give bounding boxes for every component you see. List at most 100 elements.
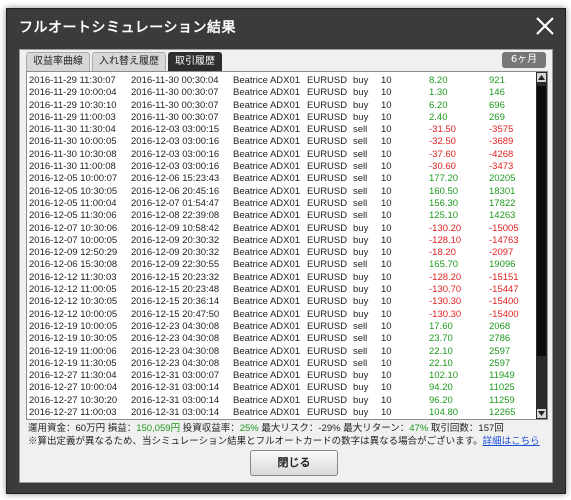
open-time-cell: 2016-12-19 10:00:05 (29, 320, 118, 332)
profit-cell: 12265 (489, 407, 516, 419)
pips-cell: -37.60 (429, 148, 456, 160)
open-time-cell: 2016-11-29 11:00:03 (29, 111, 116, 123)
pair-cell: EURUSD (307, 111, 348, 123)
pair-cell: EURUSD (307, 148, 348, 160)
profit-cell: -3473 (489, 161, 514, 173)
pair-cell: EURUSD (307, 99, 348, 111)
lot-cell: 10 (381, 99, 392, 111)
close-time-cell: 2016-12-09 10:58:42 (131, 222, 220, 234)
open-time-cell: 2016-11-29 11:30:07 (29, 75, 116, 86)
profit-cell: -3689 (489, 136, 514, 148)
profit-cell: 696 (489, 99, 505, 111)
lot-cell: 10 (381, 148, 392, 160)
pips-cell: 22.10 (429, 357, 453, 369)
close-time-cell: 2016-12-15 20:23:48 (131, 284, 220, 296)
pair-cell: EURUSD (307, 394, 348, 406)
side-cell: buy (353, 247, 369, 259)
close-time-cell: 2016-12-09 22:30:55 (131, 259, 220, 271)
side-cell: sell (353, 197, 368, 209)
table-row: 2016-12-05 11:30:06 2016-12-08 22:39:08 Be… (27, 210, 533, 222)
pips-cell: 22.10 (429, 345, 453, 357)
strategy-cell: Beatrice ADX01 (233, 136, 301, 148)
scroll-down-icon[interactable] (537, 409, 546, 418)
close-time-cell: 2016-11-30 00:30:07 (131, 87, 219, 99)
close-time-cell: 2016-11-30 00:30:04 (131, 75, 219, 86)
open-time-cell: 2016-12-06 15:30:08 (29, 259, 118, 271)
pips-cell: -130.70 (429, 284, 462, 296)
side-cell: sell (353, 161, 368, 173)
scrollbar-thumb[interactable] (537, 86, 546, 356)
close-time-cell: 2016-12-07 01:54:47 (131, 197, 220, 209)
pips-cell: -130.30 (429, 296, 462, 308)
pips-cell: 17.60 (429, 320, 453, 332)
trade-history-table: 2016-11-29 11:30:07 2016-11-30 00:30:04 Be… (26, 71, 548, 420)
pair-cell: EURUSD (307, 185, 348, 197)
close-time-cell: 2016-12-23 04:30:08 (131, 357, 220, 369)
strategy-cell: Beatrice ADX01 (233, 259, 301, 271)
close-time-cell: 2016-12-03 03:00:16 (131, 161, 220, 173)
pips-cell: -30.60 (429, 161, 456, 173)
pips-cell: -31.50 (429, 124, 456, 136)
summary-stats: 運用資金：60万円 損益：150,059円 投資収益率：25% 最大リスク：-2… (28, 420, 504, 434)
title-bar: フルオートシミュレーション結果 (7, 9, 565, 43)
table-row: 2016-12-12 11:00:05 2016-12-15 20:23:48 Be… (27, 284, 533, 296)
pair-cell: EURUSD (307, 136, 348, 148)
open-time-cell: 2016-12-27 10:30:20 (29, 394, 118, 406)
strategy-cell: Beatrice ADX01 (233, 333, 301, 345)
lot-cell: 10 (381, 407, 392, 419)
tab-return-curve[interactable]: 収益率曲線 (26, 52, 90, 71)
profit-cell: 11259 (489, 394, 515, 406)
side-cell: sell (353, 124, 368, 136)
open-time-cell: 2016-12-12 10:00:05 (29, 308, 118, 320)
tab-bar: 収益率曲線 入れ替え履歴 取引履歴 (26, 52, 222, 71)
strategy-cell: Beatrice ADX01 (233, 197, 301, 209)
close-icon[interactable] (533, 14, 557, 38)
table-row: 2016-12-19 10:30:05 2016-12-23 04:30:08 Be… (27, 333, 533, 345)
pair-cell: EURUSD (307, 333, 348, 345)
table-row: 2016-12-06 15:30:08 2016-12-09 22:30:55 Be… (27, 259, 533, 271)
lot-cell: 10 (381, 259, 392, 271)
pips-cell: -130.20 (429, 222, 462, 234)
profit-cell: -15447 (489, 284, 519, 296)
vertical-scrollbar[interactable] (536, 72, 547, 419)
side-cell: buy (353, 234, 369, 246)
table-row: 2016-12-05 10:30:05 2016-12-06 20:45:16 Be… (27, 186, 533, 198)
table-row: 2016-11-29 11:30:07 2016-11-30 00:30:04 Be… (27, 75, 533, 87)
strategy-cell: Beatrice ADX01 (233, 210, 301, 222)
table-row: 2016-12-07 10:30:06 2016-12-09 10:58:42 Be… (27, 223, 533, 235)
pair-cell: EURUSD (307, 87, 348, 99)
strategy-cell: Beatrice ADX01 (233, 124, 301, 136)
profit-cell: 146 (489, 87, 505, 99)
tab-trade-history[interactable]: 取引履歴 (168, 52, 222, 71)
strategy-cell: Beatrice ADX01 (233, 222, 301, 234)
lot-cell: 10 (381, 333, 392, 345)
close-time-cell: 2016-12-06 15:23:43 (131, 173, 220, 185)
strategy-cell: Beatrice ADX01 (233, 234, 301, 246)
table-row: 2016-12-27 11:30:04 2016-12-31 03:00:07 Be… (27, 370, 533, 382)
disclaimer-text: ※算出定義が異なるため、当シミュレーション結果とフルオートカードの数字は異なる場… (28, 436, 483, 447)
period-selector[interactable]: 6ヶ月 (502, 52, 546, 68)
details-link[interactable]: 詳細はこちら (483, 436, 540, 447)
profit-cell: 2786 (489, 333, 511, 345)
pips-cell: 96.20 (429, 394, 453, 406)
profit-cell: 2597 (489, 345, 511, 357)
close-time-cell: 2016-12-09 20:30:32 (131, 247, 220, 259)
close-button[interactable]: 閉じる (250, 450, 338, 476)
table-row: 2016-11-30 11:00:08 2016-12-03 03:00:16 Be… (27, 161, 533, 173)
strategy-cell: Beatrice ADX01 (233, 185, 301, 197)
table-row: 2016-12-12 11:30:03 2016-12-15 20:23:32 Be… (27, 272, 533, 284)
lot-cell: 10 (381, 111, 392, 123)
pair-cell: EURUSD (307, 161, 348, 173)
profit-cell: 14263 (489, 210, 516, 222)
side-cell: sell (353, 333, 368, 345)
lot-cell: 10 (381, 382, 392, 394)
side-cell: buy (353, 382, 369, 394)
open-time-cell: 2016-12-05 11:00:04 (29, 197, 117, 209)
pair-cell: EURUSD (307, 124, 348, 136)
lot-cell: 10 (381, 75, 392, 86)
scroll-up-icon[interactable] (537, 73, 546, 82)
tab-switch-history[interactable]: 入れ替え履歴 (92, 52, 166, 71)
pips-cell: -18.20 (429, 247, 456, 259)
profit-cell: -15005 (489, 222, 519, 234)
lot-cell: 10 (381, 296, 392, 308)
